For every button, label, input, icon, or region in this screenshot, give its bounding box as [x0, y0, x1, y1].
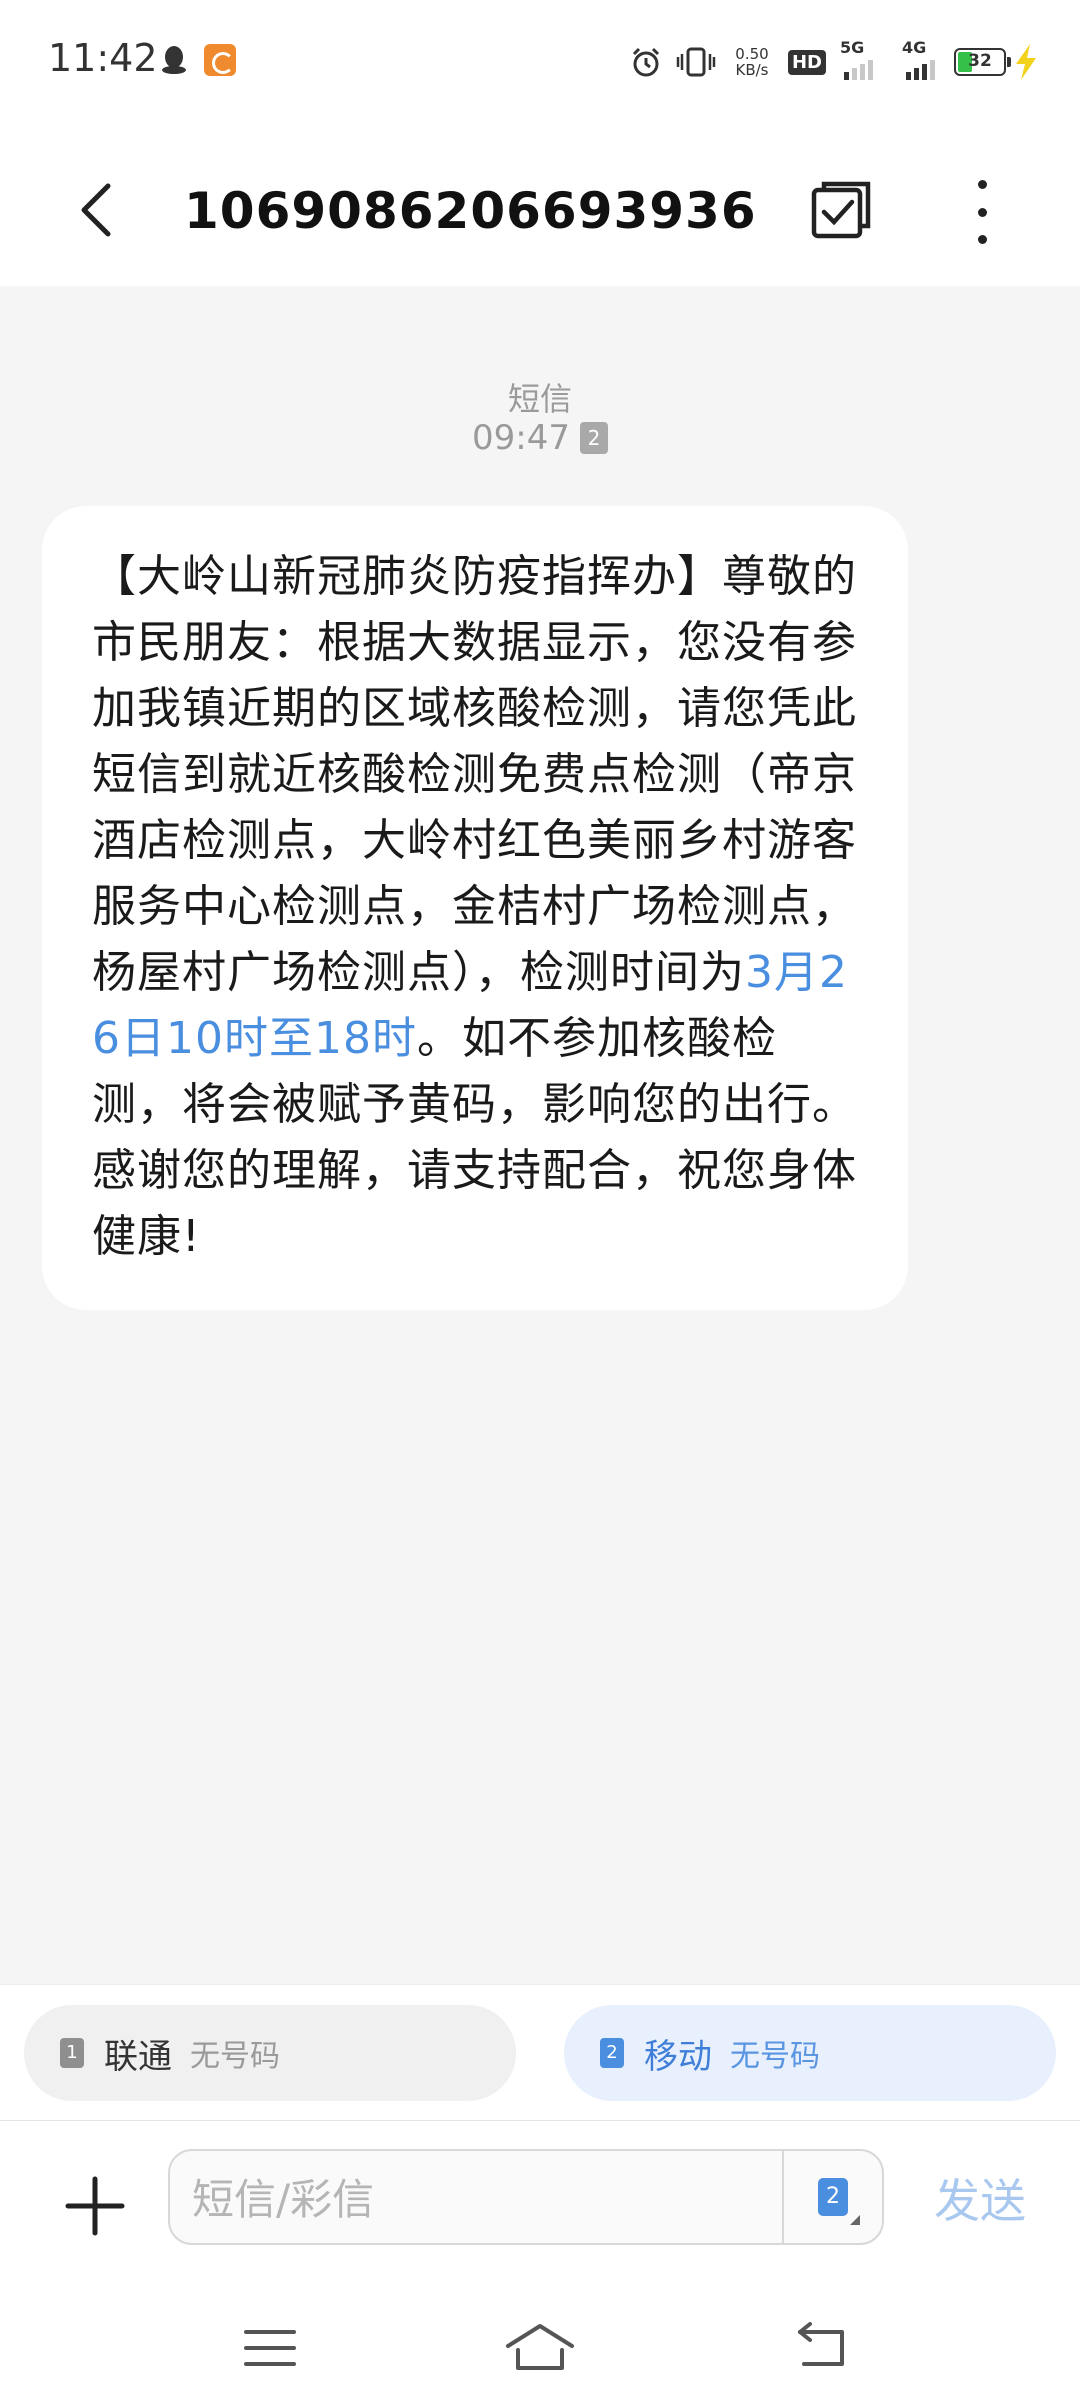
message-input[interactable] — [192, 2171, 752, 2227]
back-button[interactable] — [58, 172, 134, 248]
message-timestamp: 09:47 2 — [0, 418, 1080, 458]
back-icon[interactable] — [780, 2318, 860, 2378]
plus-icon[interactable] — [62, 2173, 128, 2239]
network-speed-unit: KB/s — [735, 61, 769, 79]
signal-sim2: 4G — [902, 38, 950, 80]
network-speed: 0.50 KB/s — [730, 46, 774, 78]
received-sim-badge: 2 — [579, 422, 608, 454]
more-vertical-icon — [977, 180, 987, 189]
home-icon[interactable] — [500, 2318, 580, 2378]
system-nav-bar — [0, 2296, 1080, 2400]
sim-selector: 1 联通 无号码 2 移动 无号码 — [0, 1984, 1080, 2120]
conversation-header: 1069086206693936 — [0, 124, 1080, 286]
vibrate-icon — [676, 47, 716, 77]
qq-notification-icon — [162, 46, 186, 74]
menu-icon[interactable] — [230, 2318, 310, 2378]
send-button[interactable]: 发送 — [934, 2165, 1026, 2231]
network-speed-value: 0.50 — [735, 45, 769, 63]
sim-indicator-icon: 2 — [818, 2178, 848, 2216]
message-input-box: 2 — [168, 2149, 884, 2245]
charging-icon — [1016, 44, 1036, 80]
app-notification-icon — [204, 44, 236, 76]
message-bubble[interactable]: 【大岭山新冠肺炎防疫指挥办】尊敬的市民朋友：根据大数据显示，您没有参加我镇近期的… — [42, 506, 908, 1310]
alarm-icon — [632, 47, 660, 77]
status-time: 11:42 — [48, 36, 158, 80]
dropdown-corner-icon — [850, 2215, 860, 2225]
message-time: 09:47 — [472, 418, 570, 458]
sim2-carrier: 移动 — [644, 2036, 712, 2077]
sim1-signal-bars-icon — [844, 60, 873, 80]
top-area: 11:42 0.50 KB/s HD 5G 4G 32 106908620669… — [0, 0, 1080, 286]
message-text-before-link: 【大岭山新冠肺炎防疫指挥办】尊敬的市民朋友：根据大数据显示，您没有参加我镇近期的… — [92, 551, 857, 998]
message-text: 【大岭山新冠肺炎防疫指挥办】尊敬的市民朋友：根据大数据显示，您没有参加我镇近期的… — [92, 544, 864, 1270]
sms-conversation-screen: 11:42 0.50 KB/s HD 5G 4G 32 106908620669… — [0, 0, 1080, 2400]
sim1-button[interactable]: 1 联通 无号码 — [24, 2005, 516, 2101]
sim1-number: 无号码 — [190, 2039, 280, 2074]
sim-switch-button[interactable]: 2 — [782, 2151, 882, 2243]
sim2-signal-bars-icon — [906, 60, 935, 80]
sim1-carrier: 联通 — [104, 2036, 172, 2077]
status-right-group: 0.50 KB/s HD 5G 4G — [630, 36, 950, 88]
hd-voice-icon: HD — [787, 49, 826, 75]
sim1-network-type: 5G — [840, 38, 865, 57]
signal-sim1: 5G — [840, 38, 888, 80]
sim2-number: 无号码 — [730, 2039, 820, 2074]
contact-number-title: 1069086206693936 — [184, 182, 757, 240]
battery-icon: 32 — [954, 48, 1011, 76]
more-options-button[interactable] — [962, 180, 1002, 244]
sim2-badge-icon: 2 — [600, 2038, 624, 2068]
sim2-button[interactable]: 2 移动 无号码 — [564, 2005, 1056, 2101]
edit-select-icon[interactable] — [810, 178, 874, 242]
battery-level: 32 — [968, 51, 992, 71]
status-bar: 11:42 0.50 KB/s HD 5G 4G 32 — [0, 0, 1080, 124]
message-type-label: 短信 — [507, 380, 572, 418]
sim2-network-type: 4G — [902, 38, 927, 57]
back-arrow-icon — [81, 183, 111, 237]
sim1-badge-icon: 1 — [60, 2038, 84, 2068]
